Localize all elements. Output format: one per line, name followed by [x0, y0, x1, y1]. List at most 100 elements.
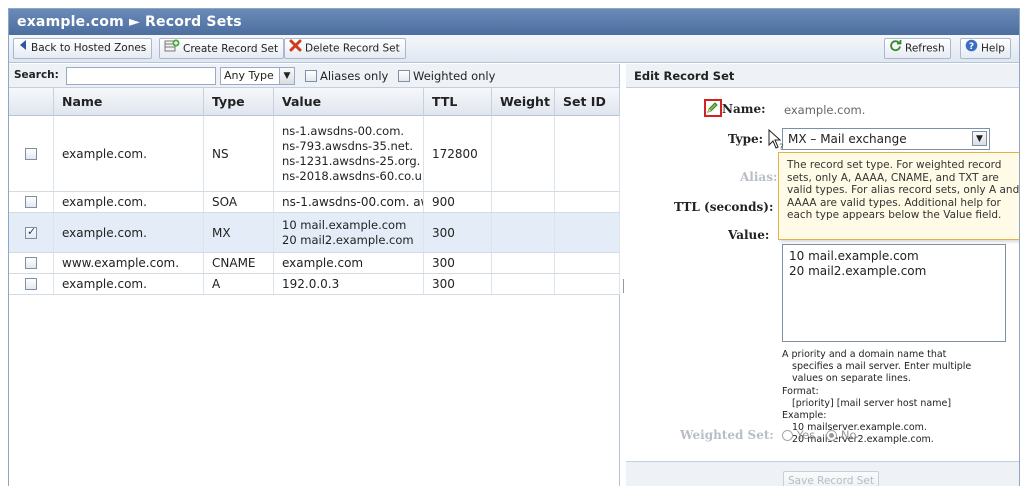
weighted-set-radio-group: Yes No: [782, 428, 857, 442]
ttl-field-label: TTL (seconds):: [674, 200, 774, 214]
row-checkbox[interactable]: [25, 147, 37, 160]
back-button-label: Back to Hosted Zones: [31, 42, 147, 54]
row-weight: [492, 116, 555, 191]
edit-record-set-panel: Edit Record Set Name: example.com. Type:…: [626, 64, 1019, 486]
weighted-set-label: Weighted Set:: [680, 428, 774, 442]
row-value-line: 20 mail2.example.com: [282, 232, 414, 247]
row-name: www.example.com.: [54, 253, 204, 273]
record-type-value: MX – Mail exchange: [788, 132, 907, 146]
help-line: values on separate lines.: [792, 373, 911, 385]
column-header-name[interactable]: Name: [54, 88, 204, 116]
weighted-only-checkbox[interactable]: Weighted only: [398, 68, 495, 83]
type-field-label: Type:: [728, 132, 764, 146]
window-title: example.com ► Record Sets: [9, 9, 1019, 35]
name-field-label: Name:: [722, 102, 766, 116]
row-ttl: 300: [424, 274, 492, 294]
row-value-line: ns-1.awsdns-00.com.: [282, 123, 405, 138]
back-arrow-icon: [18, 39, 28, 58]
value-line: 20 mail2.example.com: [789, 264, 927, 278]
column-header-set-id[interactable]: Set ID: [555, 88, 620, 116]
weighted-yes-label: Yes: [796, 428, 816, 442]
weighted-yes-radio[interactable]: [782, 430, 793, 441]
row-name: example.com.: [54, 274, 204, 294]
create-button-label: Create Record Set: [183, 43, 279, 55]
toolbar: Back to Hosted Zones Create Record Set D…: [9, 35, 1019, 63]
row-type: CNAME: [204, 253, 274, 273]
row-weight: [492, 274, 555, 294]
weighted-only-label: Weighted only: [413, 68, 496, 83]
edit-panel-footer: Save Record Set: [626, 461, 1019, 486]
help-line: Example:: [782, 410, 827, 422]
svg-text:?: ?: [969, 42, 974, 52]
row-ttl: 300: [424, 253, 492, 273]
refresh-button[interactable]: Refresh: [884, 38, 951, 59]
row-value-line: ns-1231.awsdns-25.org.: [282, 153, 421, 168]
aliases-only-label: Aliases only: [320, 68, 389, 83]
help-button[interactable]: ? Help: [960, 38, 1011, 59]
row-type: SOA: [204, 192, 274, 212]
record-sets-table: Name Type Value TTL Weight Set ID exampl…: [9, 88, 620, 295]
chevron-down-icon: ▼: [972, 131, 987, 146]
table-row[interactable]: example.com. NS ns-1.awsdns-00.com. ns-79…: [9, 116, 620, 192]
table-row-selected[interactable]: example.com. MX 10 mail.example.com20 ma…: [9, 213, 620, 253]
delete-button-label: Delete Record Set: [305, 42, 400, 55]
row-type: MX: [204, 213, 274, 252]
row-name: example.com.: [54, 116, 204, 191]
row-set-id: [555, 253, 620, 273]
table-row[interactable]: www.example.com. CNAME example.com 300: [9, 253, 620, 274]
weighted-no-radio[interactable]: [826, 430, 838, 441]
row-value: ns-1.awsdns-00.com. aw: [274, 192, 424, 212]
row-ttl: 172800: [424, 116, 492, 191]
help-line: Format:: [782, 385, 819, 397]
value-textarea[interactable]: 10 mail.example.com 20 mail2.example.com: [782, 244, 1006, 342]
row-type: A: [204, 274, 274, 294]
row-value-line: 10 mail.example.com: [282, 217, 407, 232]
row-set-id: [555, 192, 620, 212]
table-row[interactable]: example.com. A 192.0.0.3 300: [9, 274, 620, 295]
row-value-line: ns-793.awsdns-35.net.: [282, 138, 414, 153]
row-set-id: [555, 116, 620, 191]
pencil-icon: [704, 99, 722, 117]
save-record-set-button[interactable]: Save Record Set: [783, 471, 879, 486]
delete-record-set-button[interactable]: Delete Record Set: [284, 38, 406, 59]
search-input[interactable]: [66, 67, 216, 85]
type-filter-value: Any Type: [224, 69, 274, 82]
row-ttl: 900: [424, 192, 492, 212]
back-to-hosted-zones-button[interactable]: Back to Hosted Zones: [13, 38, 153, 59]
row-weight: [492, 192, 555, 212]
name-field-value: example.com.: [784, 103, 866, 117]
create-record-icon: [164, 39, 180, 60]
row-checkbox[interactable]: [25, 278, 37, 290]
refresh-button-label: Refresh: [905, 42, 945, 55]
search-bar: Search: Any Type ▼ Aliases only Weighted…: [9, 64, 619, 88]
table-header: Name Type Value TTL Weight Set ID: [9, 88, 620, 116]
column-header-type[interactable]: Type: [204, 88, 274, 116]
refresh-icon: [889, 39, 902, 59]
row-value: ns-1.awsdns-00.com. ns-793.awsdns-35.net.…: [274, 116, 424, 191]
record-sets-window: example.com ► Record Sets Back to Hosted…: [8, 8, 1020, 486]
row-set-id: [555, 274, 620, 294]
help-button-label: Help: [981, 42, 1005, 55]
aliases-only-checkbox[interactable]: Aliases only: [305, 68, 388, 83]
table-row[interactable]: example.com. SOA ns-1.awsdns-00.com. aw …: [9, 192, 620, 213]
delete-x-icon: [289, 39, 302, 59]
column-header-weight[interactable]: Weight: [492, 88, 555, 116]
alias-field-label: Alias:: [740, 170, 778, 184]
column-header-value[interactable]: Value: [274, 88, 424, 116]
value-line: 10 mail.example.com: [789, 249, 919, 263]
record-type-select[interactable]: MX – Mail exchange ▼: [782, 128, 990, 150]
row-set-id: [555, 213, 620, 252]
weighted-no-label: No: [840, 428, 857, 442]
aliases-only-box[interactable]: [305, 69, 317, 82]
help-line: A priority and a domain name that: [782, 349, 947, 360]
weighted-only-box[interactable]: [398, 69, 410, 82]
column-header-ttl[interactable]: TTL: [424, 88, 492, 116]
create-record-set-button[interactable]: Create Record Set: [159, 38, 285, 60]
row-checkbox[interactable]: [25, 196, 37, 208]
row-checkbox[interactable]: [25, 225, 37, 239]
row-checkbox[interactable]: [25, 257, 37, 269]
row-value: 192.0.0.3: [274, 274, 424, 294]
row-weight: [492, 213, 555, 252]
type-filter-select[interactable]: Any Type ▼: [220, 67, 295, 85]
row-value: example.com: [274, 253, 424, 273]
